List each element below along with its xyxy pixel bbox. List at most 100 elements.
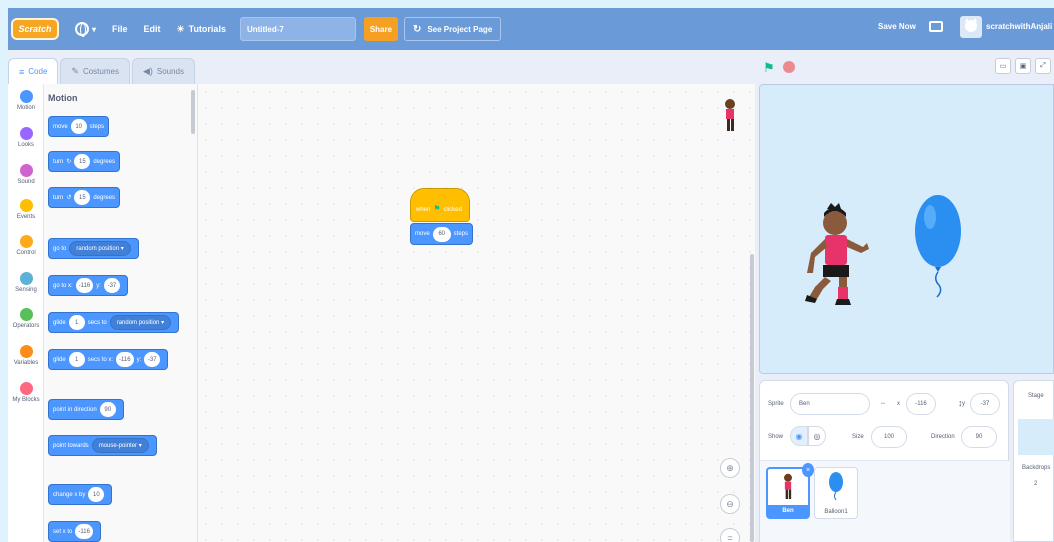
share-button[interactable]: Share [363,17,398,41]
balloon-sprite [915,195,961,298]
category-looks[interactable]: Looks [8,127,44,148]
block-point-in-direction[interactable]: point in direction 90 [48,399,124,420]
block-text: when [416,207,431,213]
save-now-button[interactable]: Save Now [878,22,916,31]
sprite-name: Ben [768,505,808,517]
block-input[interactable]: 60 [432,226,451,242]
tab-costumes-label: Costumes [82,67,119,76]
tab-code[interactable]: ≡ Code [8,58,59,84]
zoom-reset-icon[interactable]: = [720,528,740,542]
username-menu[interactable]: scratchwithAnjali ▾ [986,22,1054,31]
block-input[interactable]: 10 [70,119,87,134]
username-label: scratchwithAnjali [986,22,1053,31]
tab-sounds[interactable]: ◀) Sounds [131,58,196,84]
block-input[interactable]: 90 [99,402,116,417]
category-operators[interactable]: Operators [8,308,44,329]
block-change-x[interactable]: change x by 10 [48,484,113,505]
large-stage-icon[interactable]: ▣ [1015,58,1031,74]
menu-bar: Scratch ▾ File Edit ☀ Tutorials Untitled… [8,8,1054,50]
sprite-item-balloon1[interactable]: Balloon1 [814,467,858,519]
block-point-towards[interactable]: point towards mouse-pointer ▾ [48,435,157,456]
events-dot-icon [19,199,33,212]
category-variables[interactable]: Variables [8,345,44,366]
block-input[interactable]: -37 [103,278,120,293]
size-input[interactable]: 100 [871,426,907,448]
window-frame-left [0,8,8,542]
category-label: Operators [12,323,40,329]
block-input[interactable]: -116 [75,524,93,539]
block-go-to-random[interactable]: go to random position ▾ [48,238,139,259]
block-input[interactable]: -116 [75,278,94,293]
tutorials-menu[interactable]: ☀ Tutorials [177,24,226,35]
block-glide-random[interactable]: glide 1 secs to random position ▾ [48,312,180,333]
category-events[interactable]: Events [8,199,44,220]
block-go-to-xy[interactable]: go to x: -116 y: -37 [48,275,128,296]
avatar[interactable] [960,16,982,38]
stage-thumbnail[interactable] [1018,419,1054,455]
block-glide-xy[interactable]: glide 1 secs to x: -116 y: -37 [48,349,169,370]
stage-selector-panel[interactable]: Stage Backdrops 2 [1013,380,1054,542]
block-text: degrees [93,194,116,201]
block-input[interactable]: 15 [74,154,91,169]
show-visible-toggle[interactable]: ◉ [790,426,808,446]
block-input[interactable]: -37 [144,352,161,367]
eye-icon: ◉ [795,431,803,441]
block-input[interactable]: 15 [74,190,91,205]
tab-costumes[interactable]: ✎ Costumes [60,58,130,84]
my-stuff-icon[interactable] [929,21,943,32]
zoom-out-icon[interactable]: ⊖ [720,494,740,514]
when-flag-clicked-block[interactable]: when ⚑ clicked [410,188,470,222]
tab-code-label: Code [28,67,48,76]
sprite-name-input[interactable]: Ben [790,393,870,415]
block-move-steps[interactable]: move 10 steps [48,116,110,137]
green-flag-icon[interactable]: ⚑ [763,60,777,75]
eye-off-icon: ◎ [813,431,821,441]
category-motion[interactable]: Motion [8,90,44,111]
block-text: turn [53,194,64,201]
category-sensing[interactable]: Sensing [8,272,44,293]
block-turn-left[interactable]: turn ↺ 15 degrees [48,187,121,208]
block-turn-right[interactable]: turn ↻ 15 degrees [48,151,121,172]
script-scrollbar[interactable] [750,254,754,542]
delete-icon[interactable]: × [802,463,814,477]
editor-tabs: ≡ Code ✎ Costumes ◀) Sounds [8,50,197,84]
block-set-x[interactable]: set x to -116 [48,521,101,542]
x-position-input[interactable]: -116 [906,393,936,415]
show-label: Show [768,434,784,440]
block-input[interactable]: 1 [68,352,85,367]
palette-scrollbar[interactable] [191,90,195,134]
block-input[interactable]: 1 [68,315,85,330]
block-text: y: [136,356,142,363]
stop-icon[interactable] [783,61,795,73]
sound-dot-icon [19,164,33,177]
project-title-input[interactable]: Untitled-7 [239,17,356,41]
script-move-block[interactable]: move 60 steps [410,223,474,245]
block-input[interactable]: 10 [88,487,105,502]
stage-canvas[interactable] [759,84,1054,374]
block-input[interactable]: -116 [116,352,134,367]
category-my-blocks[interactable]: My Blocks [8,382,44,403]
category-control[interactable]: Control [8,235,44,256]
block-dropdown[interactable]: mouse-pointer ▾ [91,438,149,453]
block-text: move [53,123,68,130]
direction-input[interactable]: 90 [961,426,997,448]
language-menu[interactable]: ▾ [75,22,96,37]
sprite-name: Balloon1 [824,509,848,515]
scratch-logo[interactable]: Scratch [11,18,59,40]
script-area[interactable]: when ⚑ clicked move 60 steps ⊕ ⊖ = [198,84,755,542]
zoom-in-icon[interactable]: ⊕ [720,458,740,478]
sprite-item-ben[interactable]: × Ben [766,463,814,519]
file-menu[interactable]: File [112,24,128,34]
block-text: clicked [443,207,462,213]
block-dropdown[interactable]: random position ▾ [69,241,131,256]
show-hidden-toggle[interactable]: ◎ [808,426,826,446]
dropdown-value: random position [76,245,120,252]
block-dropdown[interactable]: random position ▾ [109,315,172,330]
y-position-input[interactable]: -37 [970,393,1000,415]
small-stage-icon[interactable]: ▭ [995,58,1011,74]
fullscreen-icon[interactable]: ⤢ [1035,58,1051,74]
category-sound[interactable]: Sound [8,164,44,185]
edit-menu[interactable]: Edit [144,24,161,34]
size-label: Size [852,434,864,440]
see-project-page-button[interactable]: ↻ See Project Page [403,17,502,41]
